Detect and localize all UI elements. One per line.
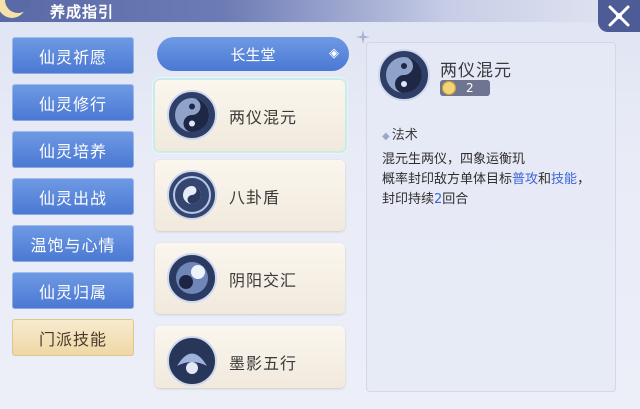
- category-item[interactable]: 仙灵祈愿: [12, 37, 134, 74]
- category-item[interactable]: 仙灵修行: [12, 84, 134, 121]
- keyword-highlight: 技能: [551, 172, 578, 187]
- diamond-bullet-icon: ◆: [382, 131, 390, 142]
- crescent-moon-icon: [0, 0, 31, 18]
- description-text: 和: [538, 172, 552, 187]
- yin-yang-skill-icon: [378, 49, 430, 101]
- skill-name: 墨影五行: [229, 354, 298, 373]
- category-label: 仙灵培养: [38, 141, 107, 161]
- detail-skill-name: 两仪混元: [440, 61, 512, 81]
- keyword-highlight: 普攻: [512, 172, 539, 187]
- skill-name: 八卦盾: [229, 188, 281, 207]
- skill-item[interactable]: 两仪混元: [155, 80, 345, 151]
- skill-item[interactable]: 八卦盾: [155, 160, 345, 231]
- skill-item[interactable]: 阴阳交汇: [155, 243, 345, 314]
- yin-yang-converge-icon: [167, 253, 217, 303]
- category-item[interactable]: 仙灵出战: [12, 178, 134, 215]
- school-dropdown[interactable]: 长生堂 ◈: [157, 37, 349, 71]
- skill-type-label: 法术: [391, 128, 418, 143]
- category-label: 仙灵修行: [38, 94, 107, 114]
- clock-icon: [442, 81, 456, 95]
- yin-yang-skill-icon: [167, 90, 217, 140]
- category-label: 仙灵归属: [38, 282, 107, 302]
- category-label: 仙灵出战: [38, 188, 107, 208]
- category-item[interactable]: 温饱与心情: [12, 225, 134, 262]
- description-line: 概率封印敌方单体目标普攻和技能，: [382, 168, 590, 187]
- category-label: 门派技能: [38, 329, 107, 349]
- diamond-arrow-icon: ◈: [329, 46, 339, 61]
- category-label: 仙灵祈愿: [38, 47, 107, 67]
- skill-name: 阴阳交汇: [229, 271, 298, 290]
- category-item-active[interactable]: 门派技能: [12, 319, 134, 356]
- skill-level-badge: 2: [440, 80, 490, 96]
- skill-level: 2: [466, 81, 474, 95]
- description-line: 混元生两仪，四象运衡玑: [382, 152, 526, 167]
- description-text: 概率封印敌方单体目标: [382, 172, 513, 187]
- category-label: 温饱与心情: [30, 235, 116, 255]
- close-button[interactable]: [598, 0, 640, 32]
- ink-shadow-icon: [167, 336, 217, 386]
- description-text: 封印持续: [382, 192, 435, 207]
- page-title: 养成指引: [50, 3, 115, 21]
- category-item[interactable]: 仙灵归属: [12, 272, 134, 309]
- category-item[interactable]: 仙灵培养: [12, 131, 134, 168]
- school-label: 长生堂: [230, 45, 276, 64]
- close-icon: [608, 5, 630, 27]
- skill-name: 两仪混元: [229, 108, 298, 127]
- description-text: ，: [577, 172, 591, 187]
- bagua-shield-icon: [167, 170, 217, 220]
- description-text: 回合: [442, 192, 469, 207]
- description-line: 封印持续2回合: [382, 188, 468, 207]
- skill-type: ◆ 法术: [382, 124, 418, 143]
- skill-item[interactable]: 墨影五行: [155, 326, 345, 388]
